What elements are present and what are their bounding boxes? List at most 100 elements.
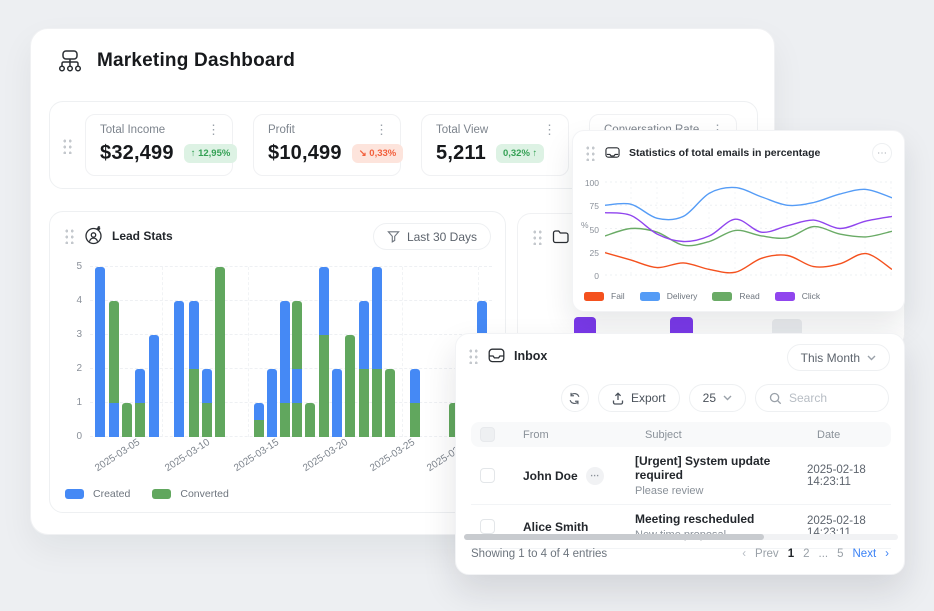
y-tick-label: 75 [579, 201, 599, 211]
bar-segment-converted [385, 369, 395, 437]
bar-segment-created [189, 301, 199, 369]
drag-handle-email[interactable] [585, 144, 596, 161]
drag-handle-lead[interactable] [64, 227, 75, 244]
email-legend: FailDeliveryReadClick [584, 291, 820, 301]
bar-segment-converted [254, 420, 264, 437]
table-header-row: From Subject Date [471, 422, 891, 447]
chart-bar [319, 267, 329, 437]
dashboard-header: Marketing Dashboard [57, 49, 295, 73]
inbox-header: Inbox [468, 347, 547, 364]
bar-segment-converted [372, 369, 382, 437]
drag-handle-stats[interactable] [62, 137, 73, 154]
y-tick-label: 2 [62, 363, 82, 374]
legend-item-converted: Converted [152, 488, 228, 500]
gridline [162, 267, 163, 437]
bar-segment-created [174, 301, 184, 437]
legend-label: Delivery [667, 291, 698, 301]
row-menu-button[interactable]: ⋯ [586, 467, 604, 485]
gridline [402, 267, 403, 437]
bar-segment-created [372, 267, 382, 369]
bar-segment-converted [202, 403, 212, 437]
column-date: Date [807, 429, 891, 441]
inbox-footer: Showing 1 to 4 of 4 entries ‹Prev12...5N… [471, 548, 889, 560]
export-button[interactable]: Export [598, 384, 680, 412]
stat-card-total-view: Total View⋮5,2110,32% ↑ [421, 114, 569, 176]
stat-label: Total Income [100, 124, 165, 136]
sender-name: John Doe [523, 469, 578, 483]
line-series-click [605, 213, 892, 242]
gridline [248, 267, 249, 437]
legend-label: Converted [180, 488, 228, 500]
legend-item-fail: Fail [584, 291, 625, 301]
table-row[interactable]: Alice SmithMeeting rescheduledNew time p… [471, 505, 891, 549]
column-subject: Subject [635, 429, 807, 441]
inbox-period-value: This Month [801, 351, 860, 365]
table-row[interactable]: John Doe ⋯ [Urgent] System update required… [471, 447, 891, 505]
x-tick-label: 2025-03-20 [301, 437, 350, 474]
scrollbar-thumb[interactable] [464, 534, 764, 540]
pagination-page-5[interactable]: 5 [837, 548, 843, 560]
bar-segment-created [332, 369, 342, 437]
lead-filter-label: Last 30 Days [407, 230, 477, 244]
chart-bar [254, 403, 264, 437]
bar-segment-created [280, 301, 290, 403]
page-size-select[interactable]: 25 [689, 384, 746, 412]
subject-cell: [Urgent] System update requiredPlease re… [635, 454, 807, 497]
bar-segment-converted [189, 369, 199, 437]
y-tick-label: 1 [62, 397, 82, 408]
pagination-next[interactable]: Next [853, 548, 877, 560]
inbox-period-select[interactable]: This Month [787, 344, 890, 371]
chart-bar [202, 369, 212, 437]
legend-item-delivery: Delivery [640, 291, 698, 301]
email-stats-card: Statistics of total emails in percentage… [572, 130, 905, 312]
kebab-menu-icon[interactable]: ⋮ [375, 125, 388, 135]
kebab-menu-icon[interactable]: ⋮ [543, 125, 556, 135]
x-tick-label: 2025-03-15 [232, 437, 281, 474]
chart-bar [332, 369, 342, 437]
email-line-chart [605, 178, 892, 279]
legend-swatch [65, 489, 84, 499]
drag-handle-folder[interactable] [532, 228, 543, 245]
bar-segment-created [410, 369, 420, 403]
pagination-prev-chevron[interactable]: ‹ [742, 548, 746, 560]
lead-stats-card: $ Lead Stats Last 30 Days 012345 2025-03… [49, 211, 506, 513]
lead-filter-button[interactable]: Last 30 Days [373, 223, 491, 250]
bar-segment-created [319, 267, 329, 335]
row-checkbox[interactable] [480, 519, 495, 534]
pagination-page-2[interactable]: 2 [803, 548, 809, 560]
select-all-checkbox[interactable] [480, 427, 495, 442]
drag-handle-inbox[interactable] [468, 347, 479, 364]
legend-swatch [712, 292, 732, 301]
chart-bar [135, 369, 145, 437]
refresh-button[interactable] [561, 384, 589, 412]
chart-bar [174, 301, 184, 437]
row-checkbox[interactable] [480, 468, 495, 483]
chart-bar [345, 335, 355, 437]
email-menu-button[interactable]: ⋯ [872, 143, 892, 163]
legend-swatch [152, 489, 171, 499]
horizontal-scrollbar[interactable] [464, 534, 898, 540]
bar-segment-created [135, 369, 145, 403]
page-title: Marketing Dashboard [97, 50, 295, 72]
column-from: From [513, 429, 635, 441]
refresh-icon [568, 392, 581, 405]
pagination-page-1[interactable]: 1 [788, 548, 794, 560]
lead-person-icon: $ [84, 226, 103, 245]
y-tick-label: 3 [62, 329, 82, 340]
search-input[interactable]: Search [755, 384, 889, 412]
chevron-down-icon [867, 355, 876, 361]
trend-badge: ↘ 0,33% [352, 144, 404, 163]
pagination-prev[interactable]: Prev [755, 548, 779, 560]
pagination-next-chevron[interactable]: › [885, 548, 889, 560]
bar-segment-created [267, 369, 277, 437]
legend-swatch [584, 292, 604, 301]
gridline [90, 300, 492, 301]
kebab-menu-icon[interactable]: ⋮ [207, 125, 220, 135]
pagination: ‹Prev12...5Next› [742, 548, 889, 560]
sender-name: Alice Smith [523, 520, 588, 534]
bar-segment-converted [305, 403, 315, 437]
stat-label: Profit [268, 124, 295, 136]
stat-value: $32,499 [100, 142, 174, 165]
line-series-fail [605, 253, 892, 273]
chevron-down-icon [723, 395, 732, 401]
